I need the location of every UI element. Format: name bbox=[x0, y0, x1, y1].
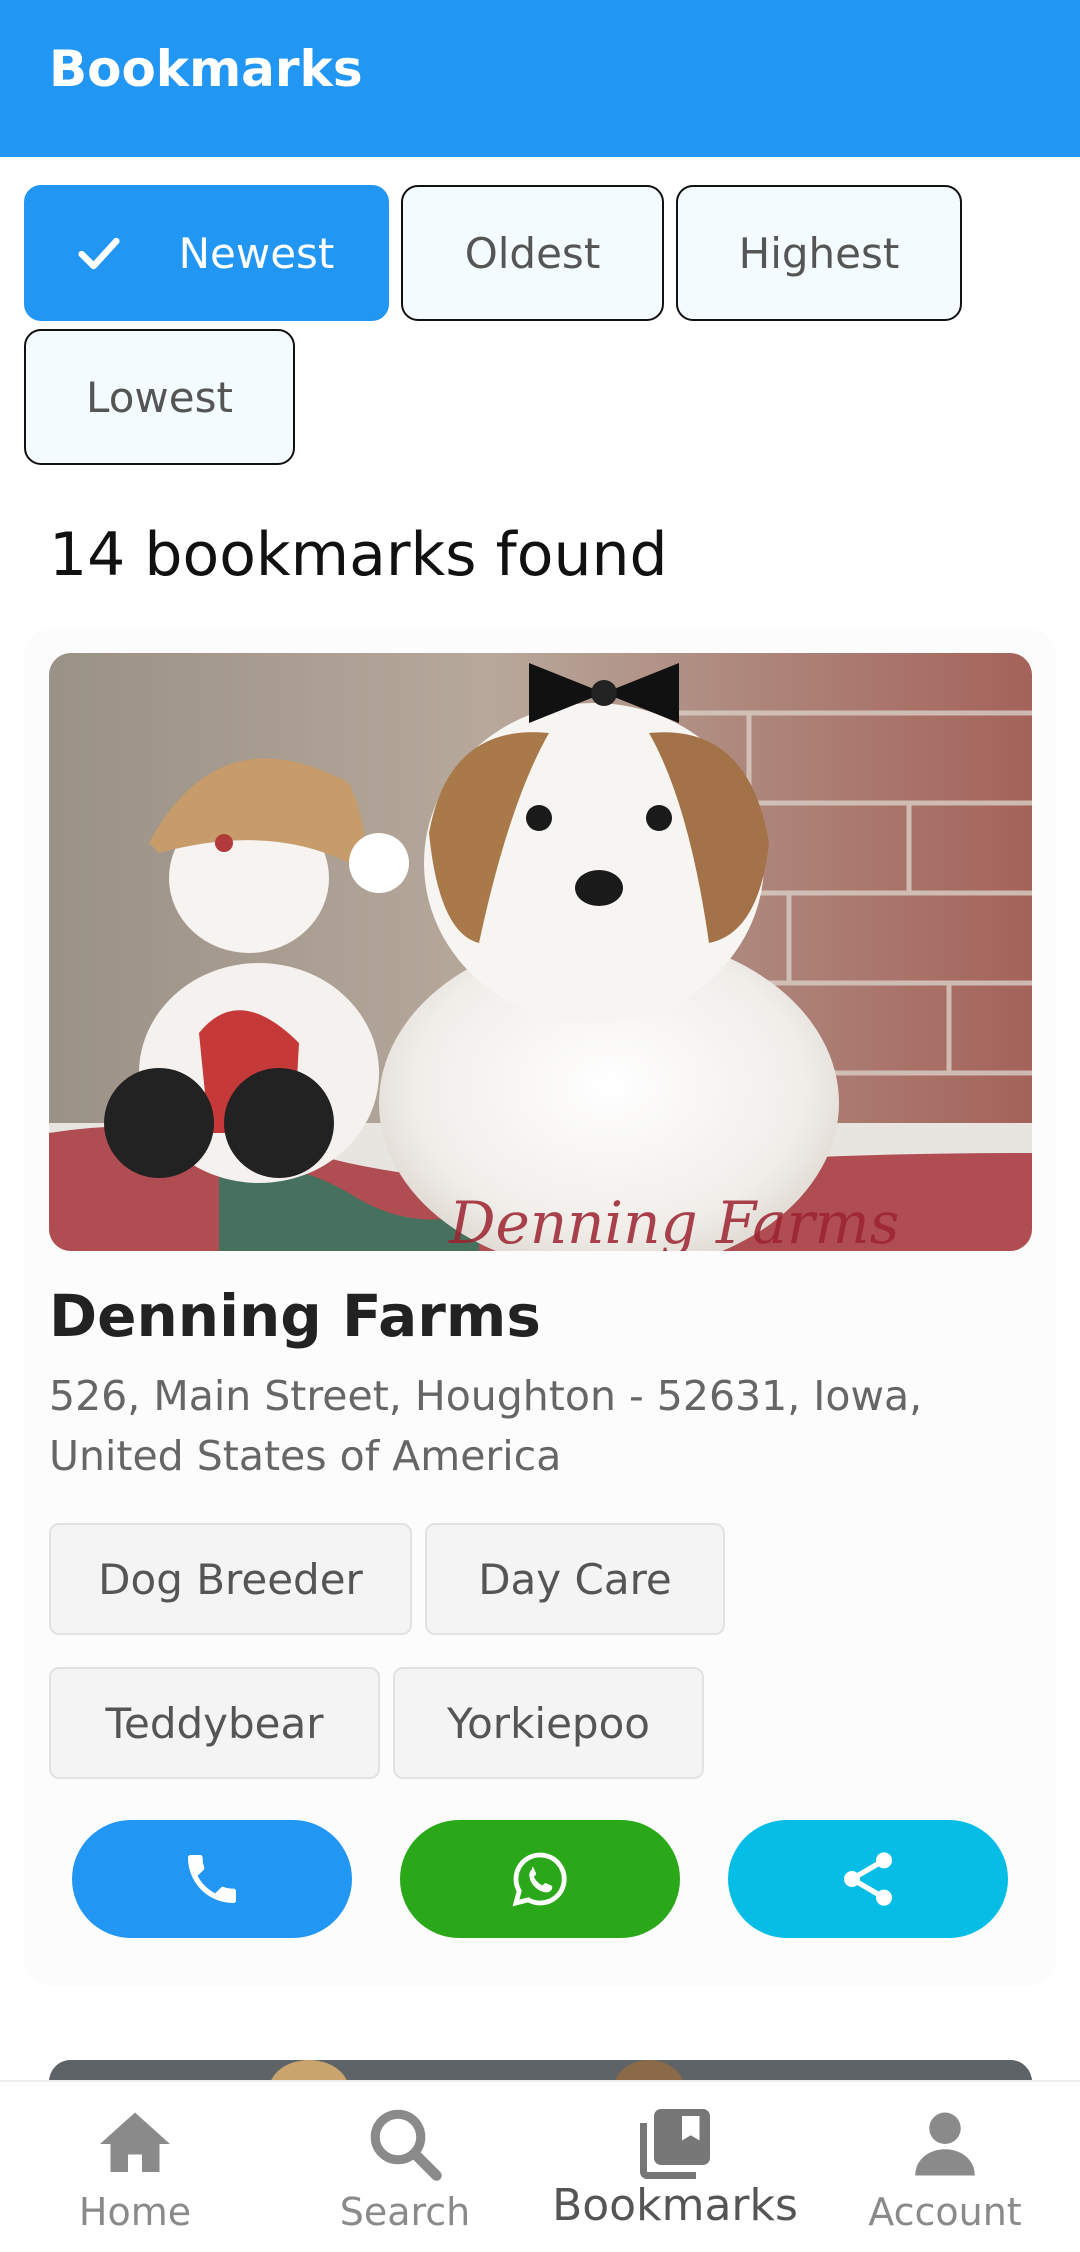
listing-name: Denning Farms bbox=[49, 1282, 541, 1350]
nav-item-label: Search bbox=[339, 2190, 471, 2234]
sort-chip-label: Newest bbox=[178, 228, 335, 278]
share-button[interactable] bbox=[728, 1820, 1008, 1938]
nav-item-label: Bookmarks bbox=[552, 2180, 798, 2231]
svg-text:Denning Farms: Denning Farms bbox=[448, 1189, 899, 1251]
puppy-photo-image: Denning Farms bbox=[49, 653, 1032, 1251]
tag-chip: Teddybear bbox=[49, 1667, 380, 1779]
tag-chip: Dog Breeder bbox=[49, 1523, 412, 1635]
home-icon bbox=[100, 2112, 170, 2172]
nav-item-label: Account bbox=[868, 2190, 1022, 2234]
whatsapp-button[interactable] bbox=[400, 1820, 680, 1938]
bottom-navigation: Home Search Bookmarks Account bbox=[0, 2080, 1080, 2250]
nav-item-home[interactable]: Home bbox=[0, 2082, 270, 2252]
page-title: Bookmarks bbox=[49, 40, 363, 98]
nav-item-bookmarks[interactable]: Bookmarks bbox=[540, 2082, 810, 2252]
check-icon bbox=[78, 237, 120, 270]
whatsapp-icon bbox=[512, 1852, 567, 1907]
tag-chip: Yorkiepoo bbox=[393, 1667, 704, 1779]
nav-item-search[interactable]: Search bbox=[270, 2082, 540, 2252]
results-count: 14 bookmarks found bbox=[49, 520, 668, 590]
sort-chip-highest[interactable]: Highest bbox=[676, 185, 962, 321]
bookmarks-icon bbox=[640, 2109, 710, 2179]
sort-chip-lowest[interactable]: Lowest bbox=[24, 329, 295, 465]
sort-chip-label: Highest bbox=[738, 228, 900, 278]
listing-address: 526, Main Street, Houghton - 52631, Iowa… bbox=[49, 1372, 923, 1480]
nav-item-account[interactable]: Account bbox=[810, 2082, 1080, 2252]
sort-chip-newest[interactable]: Newest bbox=[24, 185, 389, 321]
sort-chip-label: Oldest bbox=[464, 228, 601, 278]
share-icon bbox=[844, 1852, 892, 1906]
tag-chip: Day Care bbox=[425, 1523, 725, 1635]
phone-icon bbox=[188, 1855, 236, 1903]
nav-item-label: Home bbox=[78, 2190, 192, 2234]
account-icon bbox=[915, 2112, 975, 2176]
call-button[interactable] bbox=[72, 1820, 352, 1938]
app-bar: Bookmarks bbox=[0, 0, 1080, 157]
sort-chip-oldest[interactable]: Oldest bbox=[401, 185, 664, 321]
sort-chip-label: Lowest bbox=[86, 372, 233, 422]
search-icon bbox=[370, 2109, 442, 2181]
listing-photo[interactable]: Denning Farms bbox=[49, 653, 1032, 1251]
